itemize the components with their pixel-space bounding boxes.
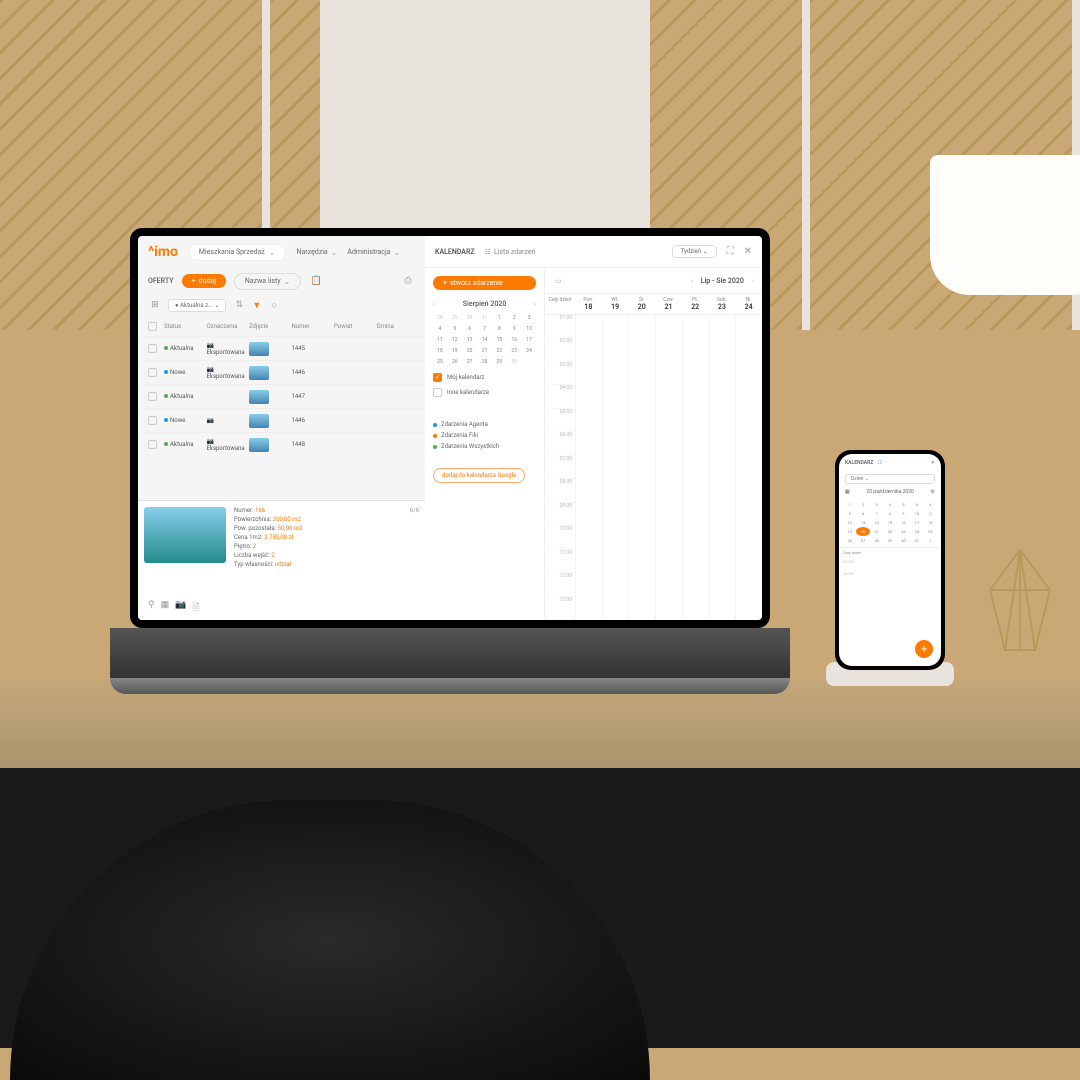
app-window: ^imo Mieszkania Sprzedaż⌄ Narzędzia⌄ Adm… [138, 236, 762, 620]
thumbnail [249, 438, 269, 452]
laptop-base [110, 678, 790, 694]
thumbnail [249, 342, 269, 356]
thumbnail [249, 390, 269, 404]
filter-row: ⊞ ● Aktualna z... ⌄ ⇅ ▼ ○ [138, 294, 425, 316]
category-dropdown[interactable]: Mieszkania Sprzedaż⌄ [188, 244, 287, 261]
table-row[interactable]: Aktualna 📷 Eksportowana 1448 [138, 432, 425, 456]
phone-app: KALENDARZ ☷ ✕ Dzień ⌄ ▦ 20 października … [839, 454, 941, 666]
col-oznaczenia[interactable]: Oznaczenia [207, 323, 246, 330]
prev-week-icon[interactable]: ‹ [691, 277, 693, 285]
phone-period-select[interactable]: Dzień ⌄ [845, 474, 935, 484]
next-week-icon[interactable]: › [752, 277, 754, 285]
my-calendar-checkbox[interactable]: Mój kalendarz [433, 373, 536, 382]
grid-view-icon[interactable]: ⊞ [148, 298, 162, 312]
phone: KALENDARZ ☷ ✕ Dzień ⌄ ▦ 20 października … [835, 450, 945, 670]
period-select[interactable]: Tydzień ⌄ [672, 245, 717, 258]
row-checkbox[interactable] [148, 440, 157, 449]
calendar-sidebar: + stwórz zdarzenie ‹ Sierpień 2020 › 282… [425, 268, 545, 620]
add-button[interactable]: + dodaj [182, 274, 226, 288]
calendar-legend: Zdarzenia Agenta Zdarzenia Filii Zdarzen… [433, 421, 536, 450]
laptop: ^imo Mieszkania Sprzedaż⌄ Narzędzia⌄ Adm… [110, 228, 790, 708]
thumbnail [249, 414, 269, 428]
left-pane: ^imo Mieszkania Sprzedaż⌄ Narzędzia⌄ Adm… [138, 236, 425, 620]
nav-tools[interactable]: Narzędzia⌄ [296, 248, 337, 257]
time-grid[interactable]: 01:0002:0003:0004:0005:0006:0007:0008:00… [545, 315, 762, 620]
row-checkbox[interactable] [148, 416, 157, 425]
cal-icon[interactable]: ▦ [161, 600, 170, 616]
row-checkbox[interactable] [148, 392, 157, 401]
phone-mini-calendar[interactable]: 1234564 567891011 12131415161718 1920212… [839, 498, 941, 547]
laptop-keyboard [110, 628, 790, 678]
detail-count: 6/6 [410, 507, 419, 614]
table-row[interactable]: Aktualna 📷 Eksportowana 1445 [138, 336, 425, 360]
row-checkbox[interactable] [148, 368, 157, 377]
detail-image [144, 507, 226, 563]
calendar-header: KALENDARZ ☷ Lista zdarzeń Tydzień ⌄ ⛶ ✕ [425, 236, 762, 268]
nav-admin[interactable]: Administracja⌄ [347, 248, 400, 257]
date-range: Lip - Sie 2020 [701, 277, 744, 285]
detail-icons: ⚲ ▦ 📷 🗎 [148, 600, 200, 616]
thumbnail [249, 366, 269, 380]
row-checkbox[interactable] [148, 344, 157, 353]
phone-date: 20 października 2020 [866, 489, 913, 495]
funnel-icon[interactable]: ▼ [252, 300, 261, 311]
cam-icon[interactable]: 📷 [175, 600, 186, 616]
settings-icon[interactable]: ⚙ [931, 489, 935, 495]
right-pane: KALENDARZ ☷ Lista zdarzeń Tydzień ⌄ ⛶ ✕ … [425, 236, 762, 620]
filter-dropdown[interactable]: ● Aktualna z... ⌄ [168, 299, 226, 312]
clipboard-icon[interactable]: 📋 [309, 274, 323, 288]
col-numer[interactable]: Numer [292, 323, 331, 330]
other-calendars-checkbox[interactable]: Inne kalendarze [433, 388, 536, 397]
doc-icon[interactable]: 🗎 [192, 600, 199, 616]
table-row[interactable]: Nowe 📷 1446 [138, 408, 425, 432]
geometric-decor [980, 540, 1060, 680]
lamp [930, 155, 1080, 295]
col-gmina[interactable]: Gmina [377, 323, 416, 330]
phone-add-fab[interactable]: + [915, 640, 933, 658]
sort-icon[interactable]: ⇅ [232, 298, 246, 312]
create-event-button[interactable]: + stwórz zdarzenie [433, 276, 536, 290]
view-toggle-icon[interactable]: ▭ [555, 277, 562, 285]
prev-month-icon[interactable]: ‹ [433, 300, 435, 308]
calendar-title: KALENDARZ [435, 248, 475, 256]
header-bar: ^imo Mieszkania Sprzedaż⌄ Narzędzia⌄ Adm… [138, 236, 425, 268]
week-header: Cały dzień Pon.18 Wt.19 Śr.20 Czw.21 Pt.… [545, 294, 762, 315]
location-icon[interactable]: ⚲ [148, 600, 155, 616]
phone-close-icon[interactable]: ✕ [931, 460, 935, 466]
event-list-link[interactable]: ☷ Lista zdarzeń [485, 248, 536, 256]
phone-cal-title: KALENDARZ [845, 460, 873, 466]
col-status[interactable]: Status [164, 323, 203, 330]
print-icon[interactable]: ⎙ [401, 274, 415, 288]
list-name-dropdown[interactable]: Nazwa listy⌄ [234, 273, 301, 290]
select-all-checkbox[interactable] [148, 322, 157, 331]
table-row[interactable]: Aktualna 1447 [138, 384, 425, 408]
mini-month-label: Sierpień 2020 [463, 300, 507, 308]
next-month-icon[interactable]: › [534, 300, 536, 308]
logo: ^imo [148, 244, 178, 260]
col-powiat[interactable]: Powiat [334, 323, 373, 330]
add-google-button[interactable]: dodaj do kalendarza Google [433, 468, 525, 483]
table-head: Status Oznaczenia Zdjęcie Numer Powiat G… [138, 316, 425, 336]
mini-calendar[interactable]: 28293031123 45678910 11121314151617 1819… [433, 313, 536, 367]
clear-icon[interactable]: ○ [267, 298, 281, 312]
table-row[interactable]: Nowe 📷 Eksportowana 1446 [138, 360, 425, 384]
toolbar: OFERTY + dodaj Nazwa listy⌄ 📋 ⎙ [138, 268, 425, 294]
data-table: Status Oznaczenia Zdjęcie Numer Powiat G… [138, 316, 425, 500]
list-icon[interactable]: ☷ [877, 460, 881, 466]
oferty-label: OFERTY [148, 277, 174, 285]
col-zdjecie[interactable]: Zdjęcie [249, 323, 288, 330]
cal-icon[interactable]: ▦ [845, 489, 850, 495]
close-icon[interactable]: ✕ [744, 246, 752, 257]
expand-icon[interactable]: ⛶ [727, 246, 734, 257]
calendar-main: ▭ ‹ Lip - Sie 2020 › Cały dzień Pon.18 W… [545, 268, 762, 620]
